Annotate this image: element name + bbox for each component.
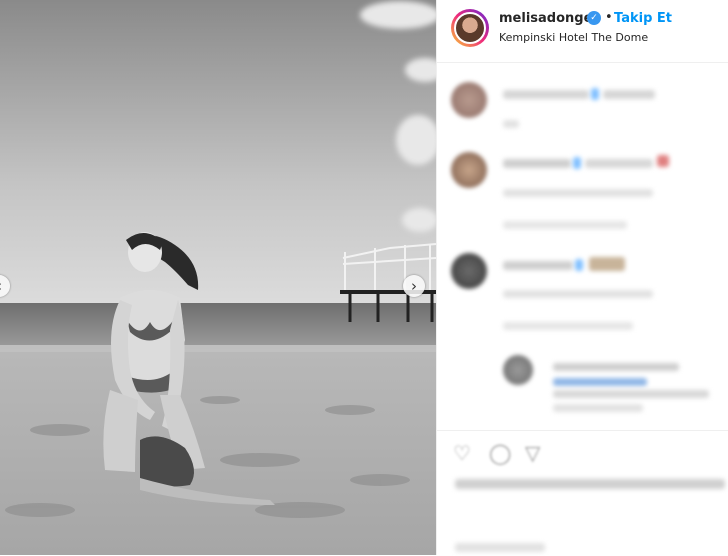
- blurred-comment-text: [503, 189, 653, 197]
- post-location[interactable]: Kempinski Hotel The Dome: [499, 31, 648, 44]
- blurred-comment-text: [503, 221, 627, 229]
- avatar-image: [454, 12, 486, 44]
- blurred-comment-text: [503, 322, 633, 330]
- heart-icon[interactable]: ♡: [453, 441, 471, 465]
- blurred-comment-badge: [573, 157, 581, 169]
- blurred-comment-text: [503, 90, 589, 99]
- blurred-comment-text: [585, 159, 653, 168]
- blurred-comment-emoji: [657, 155, 669, 167]
- separator-dot: •: [605, 10, 613, 25]
- commenter-avatar[interactable]: [451, 253, 487, 289]
- blurred-add-comment: [455, 543, 545, 552]
- blurred-comment-text: [603, 90, 655, 99]
- carousel-next-button[interactable]: ›: [403, 275, 425, 297]
- post-actions: ♡ ◯ ▽: [437, 430, 728, 556]
- commenter-avatar[interactable]: [451, 152, 487, 188]
- blurred-comment-link: [553, 378, 647, 386]
- share-icon[interactable]: ▽: [525, 441, 540, 465]
- post-header: melisadongel ✓ • Takip Et Kempinski Hote…: [437, 0, 728, 63]
- blurred-comment-text: [503, 159, 571, 168]
- blurred-comment-text: [553, 390, 709, 398]
- blurred-comment-badge: [575, 259, 583, 271]
- blurred-comment-text: [553, 404, 643, 412]
- author-username[interactable]: melisadongel: [499, 11, 597, 26]
- blurred-comment-text: [503, 261, 573, 270]
- commenter-avatar[interactable]: [503, 355, 533, 385]
- commenter-avatar[interactable]: [451, 82, 487, 118]
- blurred-comment-text: [553, 363, 679, 371]
- blurred-comment-badge: [591, 88, 599, 100]
- blurred-comment-text: [503, 290, 653, 298]
- verified-badge-icon: ✓: [587, 11, 601, 25]
- post-photo[interactable]: › ‹: [0, 0, 436, 555]
- beach-photo-image: [0, 0, 436, 555]
- author-avatar[interactable]: [451, 9, 489, 47]
- blurred-comment-text: [503, 120, 519, 128]
- post-sidebar: melisadongel ✓ • Takip Et Kempinski Hote…: [436, 0, 728, 555]
- follow-button[interactable]: Takip Et: [614, 11, 672, 26]
- blurred-comment-emoji: [589, 257, 625, 271]
- comment-icon[interactable]: ◯: [489, 441, 511, 465]
- blurred-likes-text: [455, 479, 725, 489]
